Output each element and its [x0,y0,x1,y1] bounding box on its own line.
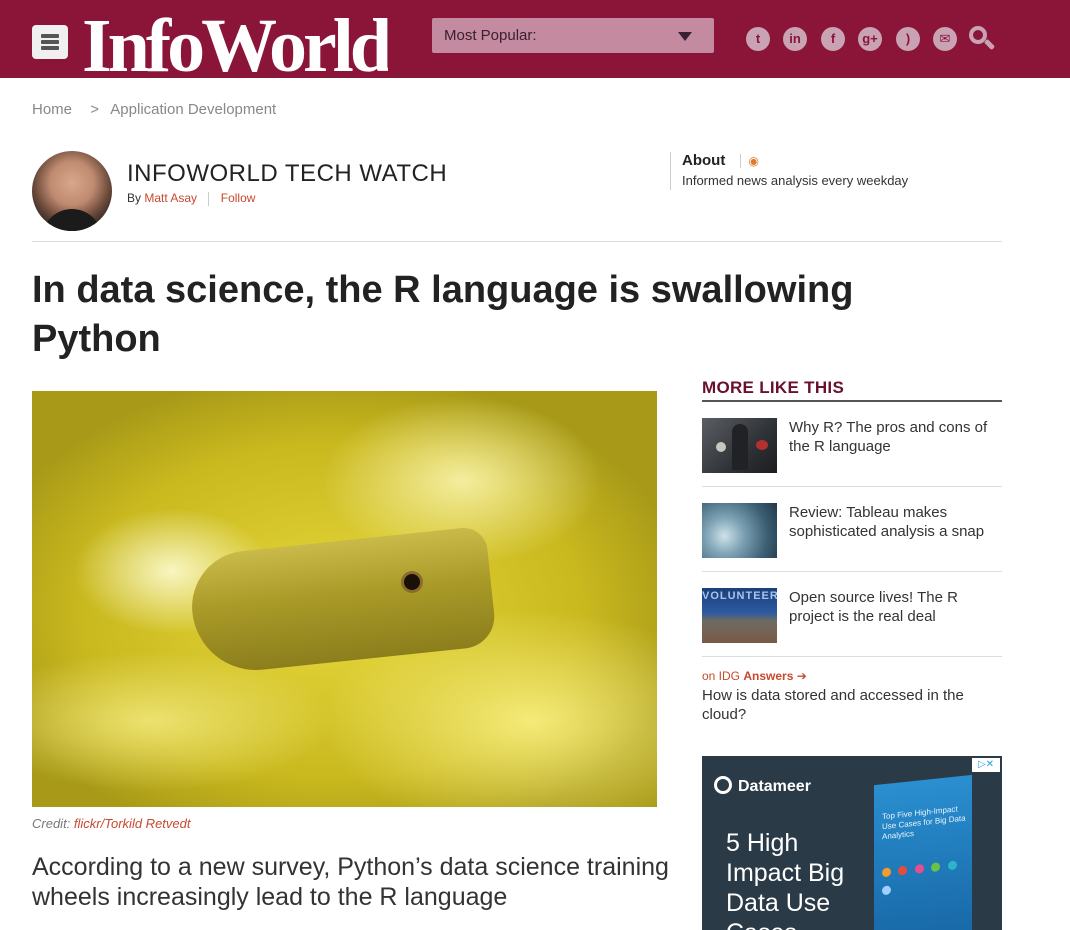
adchoices-icon[interactable]: ▷✕ [972,758,1000,772]
idg-prefix: on IDG [702,669,741,683]
rss-icon[interactable]: ) [896,27,920,51]
thumb-object [716,442,726,452]
hamburger-icon-line [41,40,59,44]
about-link[interactable]: About [682,152,725,169]
heading-rule [702,400,1002,402]
snake-head-shape [186,525,498,677]
follow-link[interactable]: Follow [221,191,256,205]
google-plus-icon[interactable]: g+ [858,27,882,51]
thumb-text: VOLUNTEER [702,590,777,602]
image-credit: Credit: flickr/Torkild Retvedt [32,816,190,831]
thumb-object [756,440,768,450]
idg-answers-label[interactable]: on IDG Answers ➔ [702,669,807,683]
about-box: About ◉ Informed news analysis every wee… [670,152,908,190]
credit-label: Credit: [32,816,71,831]
ad-brand: Datameer [714,776,811,796]
menu-button[interactable] [32,25,68,59]
ad-dot [898,865,908,876]
article-deck: According to a new survey, Python’s data… [32,853,669,911]
byline-divider [208,191,210,206]
item-divider [702,571,1002,572]
credit-source-link[interactable]: flickr/Torkild Retvedt [74,816,191,831]
hamburger-icon-line [41,46,59,50]
search-icon[interactable] [969,26,996,54]
linkedin-icon[interactable]: in [783,27,807,51]
advertisement[interactable]: ▷✕ Datameer 5 High Impact Big Data Use C… [702,756,1002,930]
most-popular-label: Most Popular: [444,27,537,44]
breadcrumb-home[interactable]: Home [32,101,72,118]
site-logo[interactable]: InfoWorld [82,8,388,78]
ad-brand-name: Datameer [738,778,811,795]
item-divider [702,656,1002,657]
divider [32,241,1002,242]
ad-book-image: Top Five High-Impact Use Cases for Big D… [874,774,972,930]
ad-dot [931,862,941,873]
ad-headline: 5 High Impact Big Data Use Cases [726,829,845,930]
breadcrumb: Home > Application Development [32,101,282,118]
most-popular-dropdown[interactable]: Most Popular: [432,18,714,53]
hero-image [32,391,657,807]
thumb-figure [732,424,748,470]
facebook-icon[interactable]: f [821,27,845,51]
article-headline: In data science, the R language is swall… [32,269,854,360]
related-article-thumbnail[interactable]: VOLUNTEER [702,588,777,643]
blog-title[interactable]: INFOWORLD TECH WATCH [127,160,447,188]
rss-icon[interactable]: ◉ [739,154,759,168]
breadcrumb-section[interactable]: Application Development [110,101,276,118]
twitter-icon[interactable]: t [746,27,770,51]
email-icon[interactable]: ✉ [933,27,957,51]
arrow-right-icon: ➔ [796,669,807,683]
ad-dot [882,867,891,878]
site-header: InfoWorld Most Popular: t in f g+ ) ✉ [0,0,1070,78]
ad-dot [882,885,891,896]
snake-eye-shape [404,574,420,590]
ad-book-icons [882,855,966,896]
breadcrumb-separator: > [90,101,99,118]
chevron-down-icon [678,32,692,41]
ad-dot [947,860,957,871]
ad-dot [914,863,924,874]
about-description: Informed news analysis every weekday [682,173,909,188]
related-article-title[interactable]: Review: Tableau makes sophisticated anal… [789,503,1004,541]
related-article-thumbnail[interactable] [702,503,777,558]
ad-book-title: Top Five High-Impact Use Cases for Big D… [882,804,966,842]
search-icon-handle [983,38,996,51]
idg-answers: Answers [743,669,794,683]
hamburger-icon-line [41,34,59,38]
related-article-title[interactable]: Open source lives! The R project is the … [789,588,1004,626]
related-article-title[interactable]: Why R? The pros and cons of the R langua… [789,418,1004,456]
byline-by: By [127,191,142,205]
item-divider [702,486,1002,487]
avatar-shirt [42,209,102,231]
more-like-this-heading: MORE LIKE THIS [702,378,845,397]
datameer-logo-icon [714,776,732,794]
idg-question-link[interactable]: How is data stored and accessed in the c… [702,686,1002,724]
byline: By Matt Asay Follow [127,191,255,206]
author-link[interactable]: Matt Asay [144,191,197,205]
related-article-thumbnail[interactable] [702,418,777,473]
author-avatar[interactable] [32,151,112,231]
